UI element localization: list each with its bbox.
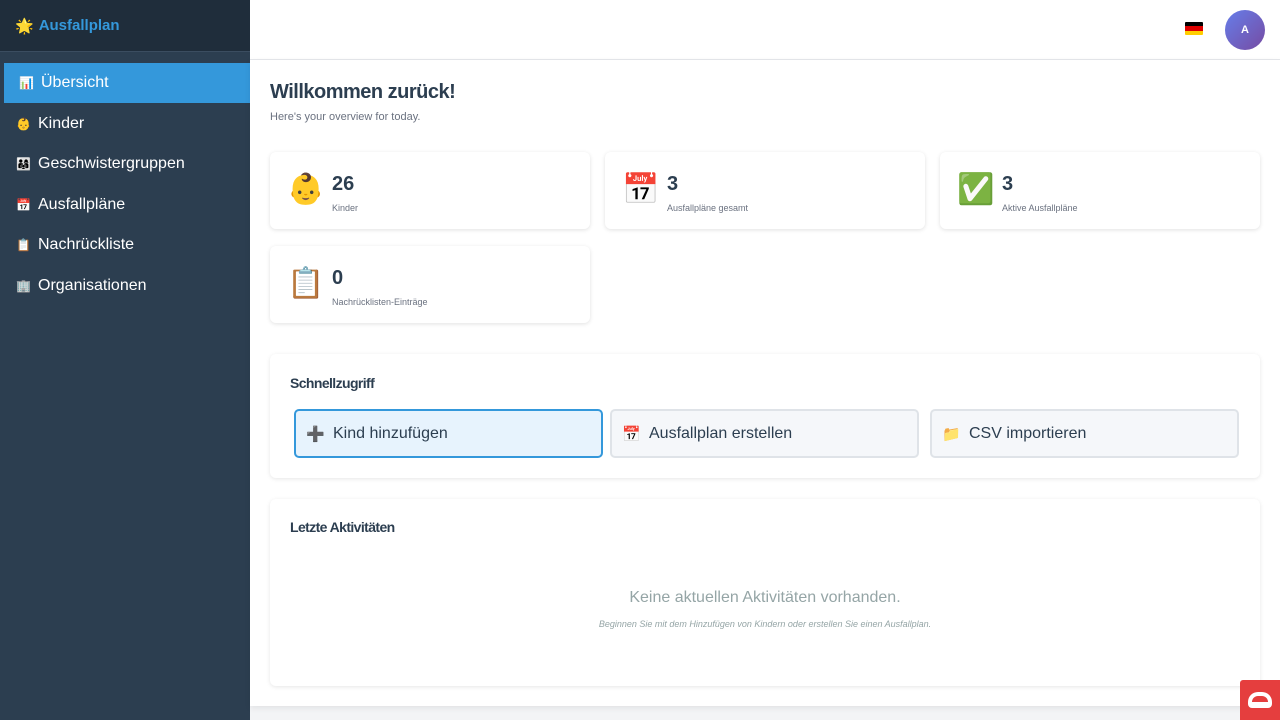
empty-state-hint: Beginnen Sie mit dem Hinzufügen von Kind…: [598, 619, 932, 629]
sidebar-item-nachrueckliste[interactable]: 📋 Nachrückliste: [0, 225, 250, 265]
sidebar-item-label: Nachrückliste: [38, 236, 135, 254]
folder-icon: 📁: [942, 425, 961, 443]
badge-glyph: [1248, 692, 1272, 708]
calendar-icon: 📅: [622, 425, 641, 443]
stat-value: 0: [332, 267, 344, 289]
stat-label: Aktive Ausfallpläne: [1002, 203, 1078, 213]
sidebar-item-ausfallplaene[interactable]: 📅 Ausfallpläne: [0, 185, 250, 225]
page-title: Willkommen zurück!: [270, 81, 456, 103]
stat-card-ausfallplaene-gesamt: 📅 3 Ausfallpläne gesamt: [605, 152, 925, 229]
import-csv-button[interactable]: 📁 CSV importieren: [930, 409, 1239, 458]
button-label: Ausfallplan erstellen: [649, 424, 793, 442]
brand[interactable]: 🌟 Ausfallplan: [0, 0, 250, 52]
office-building-icon: 🏢: [16, 278, 31, 293]
topbar: A: [250, 0, 1280, 60]
stat-label: Kinder: [332, 203, 359, 213]
sidebar-item-uebersicht[interactable]: 📊 Übersicht: [4, 63, 250, 103]
stat-label: Nachrücklisten-Einträge: [332, 297, 428, 307]
baby-icon: 👶: [16, 116, 31, 131]
button-label: Kind hinzufügen: [333, 424, 448, 442]
quick-access-panel: Schnellzugriff ➕ Kind hinzufügen 📅 Ausfa…: [270, 354, 1260, 478]
sidebar-item-label: Übersicht: [41, 74, 109, 91]
add-child-button[interactable]: ➕ Kind hinzufügen: [294, 409, 603, 458]
sidebar-item-organisationen[interactable]: 🏢 Organisationen: [0, 266, 250, 306]
page-subtitle: Here's your overview for today.: [270, 111, 421, 123]
sidebar: 🌟 Ausfallplan 📊 Übersicht 👶 Kinder 👨‍👩‍👧…: [0, 0, 250, 720]
star-icon: 🌟: [15, 17, 34, 35]
sidebar-item-label: Ausfallpläne: [38, 195, 126, 213]
stat-label: Ausfallpläne gesamt: [667, 203, 749, 213]
sidebar-item-label: Geschwistergruppen: [38, 155, 185, 173]
flag-stripe: [1185, 30, 1203, 35]
main-content: Willkommen zurück! Here's your overview …: [250, 60, 1280, 706]
panel-title: Letzte Aktivitäten: [290, 519, 395, 535]
sidebar-item-geschwistergruppen[interactable]: 👨‍👩‍👧 Geschwistergruppen: [0, 144, 250, 184]
brand-name: Ausfallplan: [38, 17, 120, 34]
empty-state-text: Keine aktuellen Aktivitäten vorhanden.: [629, 589, 901, 606]
stat-value: 3: [667, 173, 679, 195]
calendar-icon: 📅: [622, 173, 660, 206]
stat-card-nachrueckliste: 📋 0 Nachrücklisten-Einträge: [270, 246, 590, 323]
plus-icon: ➕: [306, 425, 325, 443]
german-flag-icon[interactable]: [1185, 22, 1203, 35]
avatar[interactable]: A: [1225, 10, 1265, 50]
button-label: CSV importieren: [969, 424, 1087, 442]
clipboard-icon: 📋: [16, 238, 31, 253]
panel-title: Schnellzugriff: [290, 375, 375, 391]
stat-card-kinder: 👶 26 Kinder: [270, 152, 590, 229]
family-icon: 👨‍👩‍👧: [16, 157, 31, 172]
app-badge-icon[interactable]: [1240, 680, 1280, 720]
stat-value: 26: [332, 173, 355, 195]
sidebar-item-label: Organisationen: [38, 276, 147, 294]
baby-icon: 👶: [287, 173, 325, 206]
clipboard-icon: 📋: [287, 267, 325, 300]
create-plan-button[interactable]: 📅 Ausfallplan erstellen: [610, 409, 919, 458]
sidebar-item-label: Kinder: [38, 114, 85, 132]
chart-icon: 📊: [19, 76, 34, 90]
sidebar-item-kinder[interactable]: 👶 Kinder: [0, 104, 250, 144]
sidebar-nav: 📊 Übersicht 👶 Kinder 👨‍👩‍👧 Geschwistergr…: [0, 63, 250, 306]
stat-card-aktive-ausfallplaene: ✅ 3 Aktive Ausfallpläne: [940, 152, 1260, 229]
calendar-icon: 📅: [16, 197, 31, 212]
recent-activities-panel: Letzte Aktivitäten Keine aktuellen Aktiv…: [270, 499, 1260, 686]
stat-value: 3: [1002, 173, 1014, 195]
check-mark-icon: ✅: [957, 173, 995, 206]
